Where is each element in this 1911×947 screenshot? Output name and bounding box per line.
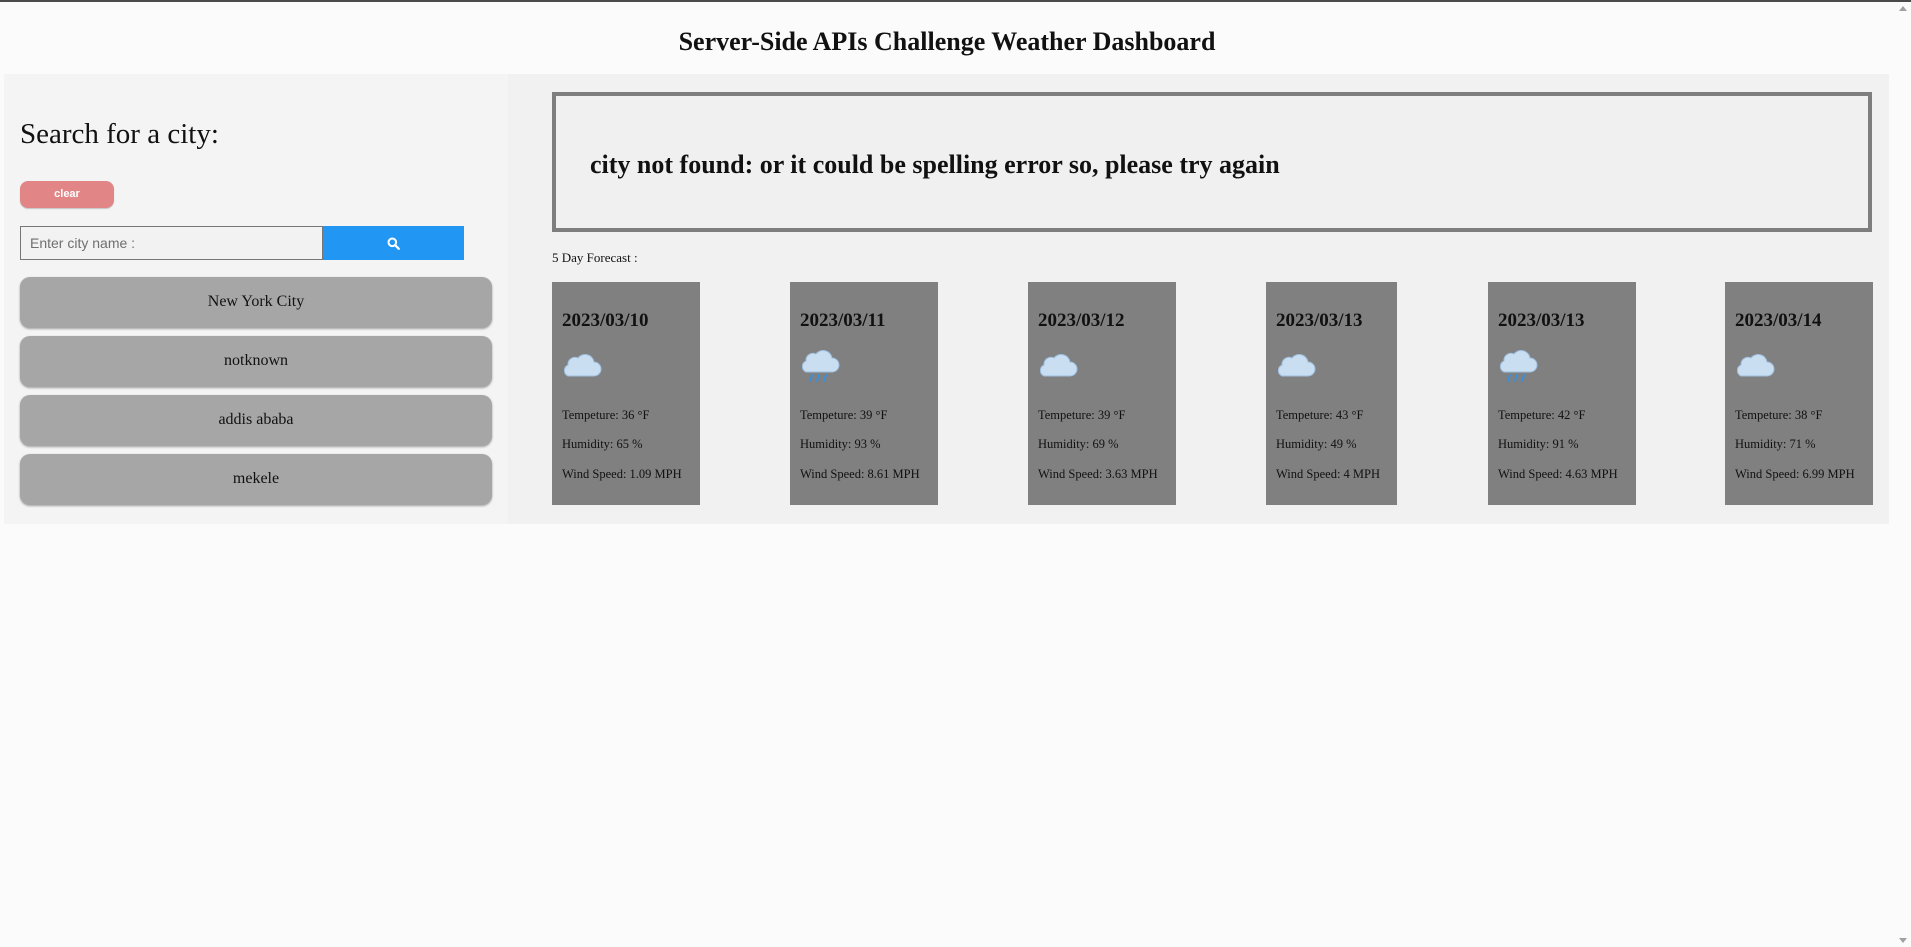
forecast-wind-speed: Wind Speed: 1.09 MPH xyxy=(562,467,682,481)
forecast-temperature: Tempeture: 39 °F xyxy=(800,408,888,422)
cloud-icon xyxy=(1277,354,1316,377)
forecast-date: 2023/03/12 xyxy=(1038,310,1125,331)
forecast-card: 2023/03/12 Tempeture: 39 °F Humidity: 69… xyxy=(1028,282,1176,505)
cloud-icon xyxy=(1736,354,1775,377)
rain-cloud-icon xyxy=(801,350,840,382)
search-icon xyxy=(387,237,400,250)
forecast-humidity: Humidity: 69 % xyxy=(1038,437,1119,451)
forecast-date: 2023/03/11 xyxy=(800,310,886,331)
forecast-date: 2023/03/13 xyxy=(1498,310,1585,331)
rain-cloud-icon xyxy=(1499,350,1538,382)
forecast-humidity: Humidity: 65 % xyxy=(562,437,643,451)
forecast-date: 2023/03/13 xyxy=(1276,310,1363,331)
search-sidebar: Search for a city: clear New York City n… xyxy=(4,74,508,524)
forecast-temperature: Tempeture: 38 °F xyxy=(1735,408,1823,422)
page-header: Server-Side APIs Challenge Weather Dashb… xyxy=(0,2,1894,74)
cloud-icon xyxy=(563,354,602,377)
forecast-date: 2023/03/10 xyxy=(562,310,649,331)
clear-button[interactable]: clear xyxy=(20,181,114,208)
city-search-input[interactable] xyxy=(20,226,323,260)
history-city-button[interactable]: notknown xyxy=(20,336,492,387)
vertical-scrollbar[interactable] xyxy=(1894,2,1911,947)
search-button[interactable] xyxy=(323,226,464,260)
forecast-wind-speed: Wind Speed: 6.99 MPH xyxy=(1735,467,1855,481)
history-city-button[interactable]: addis ababa xyxy=(20,395,492,446)
forecast-temperature: Tempeture: 43 °F xyxy=(1276,408,1364,422)
scroll-down-arrow-icon[interactable] xyxy=(1899,938,1907,943)
history-city-button[interactable]: New York City xyxy=(20,277,492,328)
forecast-card: 2023/03/13 Tempeture: 43 °F Humidity: 49… xyxy=(1266,282,1397,505)
search-title: Search for a city: xyxy=(20,118,219,150)
scroll-up-arrow-icon[interactable] xyxy=(1899,6,1907,11)
history-city-button[interactable]: mekele xyxy=(20,454,492,505)
forecast-card: 2023/03/13 Tempeture: 42 °F Humidity: 91… xyxy=(1488,282,1636,505)
forecast-humidity: Humidity: 93 % xyxy=(800,437,881,451)
forecast-humidity: Humidity: 71 % xyxy=(1735,437,1816,451)
weather-main: city not found: or it could be spelling … xyxy=(508,74,1889,524)
forecast-card: 2023/03/11 Tempeture: 39 °F Humidity: 93… xyxy=(790,282,938,505)
forecast-temperature: Tempeture: 36 °F xyxy=(562,408,650,422)
cloud-icon xyxy=(1039,354,1078,377)
forecast-humidity: Humidity: 49 % xyxy=(1276,437,1357,451)
page-title: Server-Side APIs Challenge Weather Dashb… xyxy=(678,27,1216,56)
forecast-humidity: Humidity: 91 % xyxy=(1498,437,1579,451)
forecast-wind-speed: Wind Speed: 8.61 MPH xyxy=(800,467,920,481)
forecast-wind-speed: Wind Speed: 3.63 MPH xyxy=(1038,467,1158,481)
forecast-label: 5 Day Forecast : xyxy=(552,250,638,265)
forecast-wind-speed: Wind Speed: 4.63 MPH xyxy=(1498,467,1618,481)
search-history: New York City notknown addis ababa mekel… xyxy=(20,277,492,513)
forecast-card: 2023/03/14 Tempeture: 38 °F Humidity: 71… xyxy=(1725,282,1873,505)
forecast-date: 2023/03/14 xyxy=(1735,310,1822,331)
forecast-temperature: Tempeture: 39 °F xyxy=(1038,408,1126,422)
forecast-temperature: Tempeture: 42 °F xyxy=(1498,408,1586,422)
forecast-wind-speed: Wind Speed: 4 MPH xyxy=(1276,467,1381,481)
forecast-card: 2023/03/10 Tempeture: 36 °F Humidity: 65… xyxy=(552,282,700,505)
error-message: city not found: or it could be spelling … xyxy=(590,150,1280,179)
current-weather-panel: city not found: or it could be spelling … xyxy=(552,92,1872,232)
